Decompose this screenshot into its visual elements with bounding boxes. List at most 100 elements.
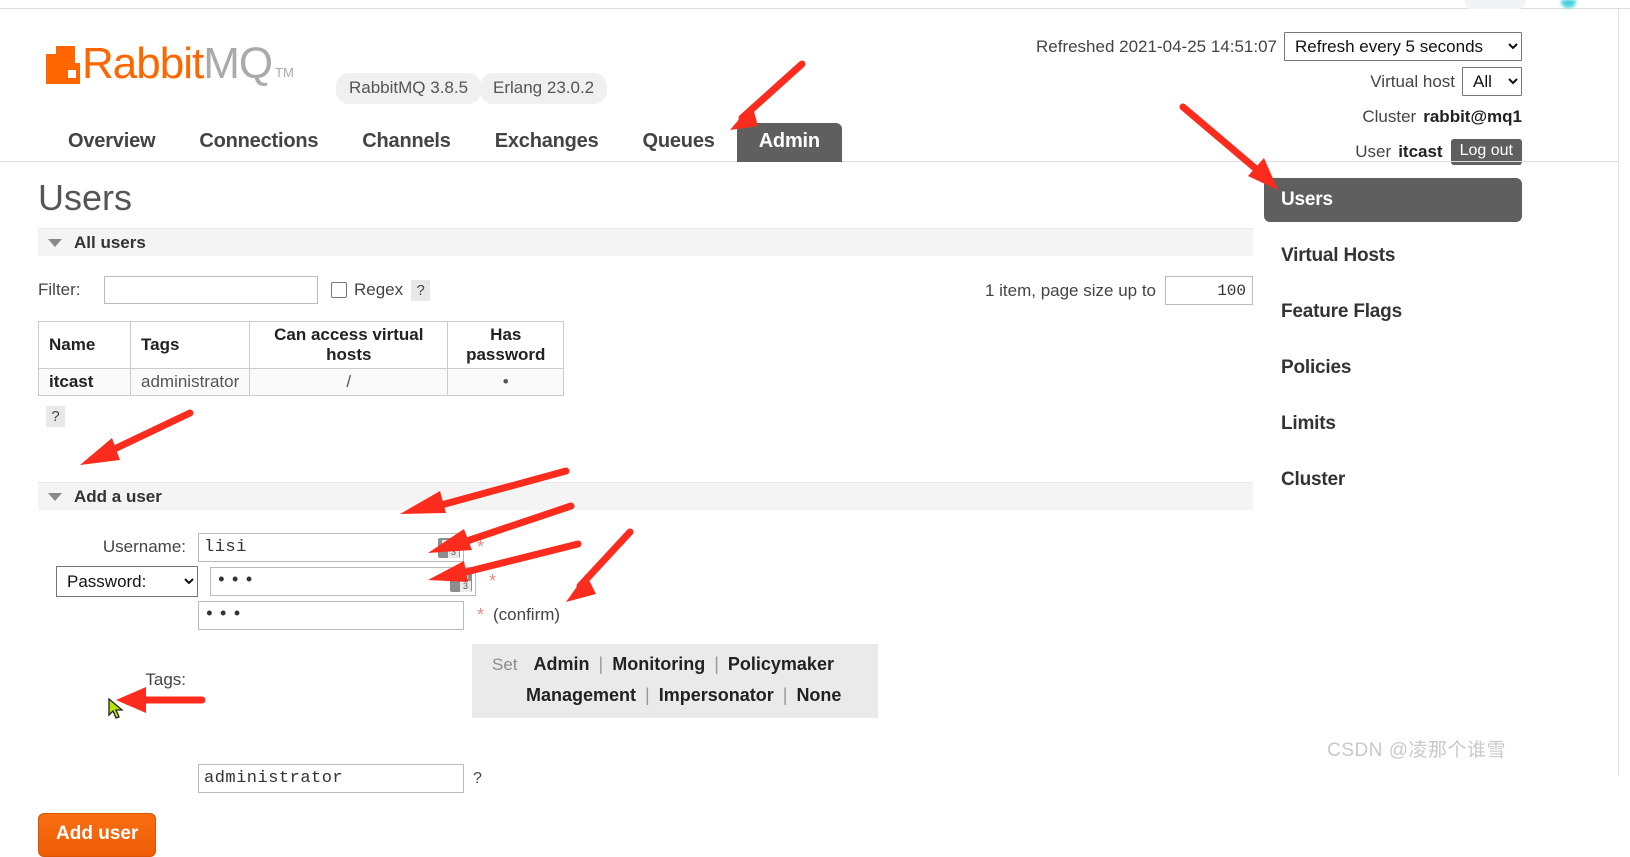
nav-tab-connections[interactable]: Connections [177,123,340,162]
save-password-icon[interactable]: 3 [438,537,460,558]
users-table: Name Tags Can access virtual hosts Has p… [38,321,565,396]
admin-sidebar: Users Virtual Hosts Feature Flags Polici… [1264,178,1522,514]
all-users-section-header[interactable]: All users [38,228,1253,256]
pagination-label: 1 item, page size up to [984,280,1156,300]
filter-input[interactable] [104,276,318,304]
users-table-head: Name Tags Can access virtual hosts Has p… [38,321,565,369]
main-navigation: Overview Connections Channels Exchanges … [0,123,1618,162]
pagination-info: 1 item, page size up to [985,276,1253,305]
nav-tab-admin[interactable]: Admin [736,123,842,162]
add-a-user-section: Add a user Username: 3 * [38,482,1253,857]
confirm-password-input[interactable] [198,600,464,630]
refreshed-timestamp: Refreshed 2021-04-25 14:51:07 [1035,36,1277,56]
username-label: Username: [102,537,186,556]
tag-preset-monitoring[interactable]: Monitoring [612,654,705,675]
logo-trademark: TM [275,65,294,80]
main-content: Users All users Filter: Regex ? 1 item, … [38,178,1253,857]
main-nav-list: Overview Connections Channels Exchanges … [0,123,1618,162]
tag-separator: | [714,654,719,674]
caret-down-icon[interactable] [48,238,62,247]
table-row[interactable]: itcast administrator / • [38,368,565,396]
browser-tab[interactable] [1465,0,1525,9]
tag-separator: | [782,685,788,705]
add-user-button[interactable]: Add user [38,813,157,857]
rabbitmq-logo[interactable]: RabbitMQ TM [46,42,294,86]
page-size-input[interactable] [1165,276,1253,305]
cell-user-name[interactable]: itcast [38,368,131,396]
column-header-name[interactable]: Name [38,321,131,369]
tag-preset-none[interactable]: None [796,685,841,706]
tag-preset-management[interactable]: Management [526,685,636,706]
sidebar-item-cluster[interactable]: Cluster [1264,458,1522,502]
browser-scrollbar-gutter[interactable] [1618,9,1630,776]
nav-tab-channels[interactable]: Channels [340,123,472,162]
regex-help-icon[interactable]: ? [411,279,431,301]
nav-tab-overview[interactable]: Overview [46,123,177,162]
rabbitmq-version-badge: RabbitMQ 3.8.5 [336,73,482,104]
password-required-marker: * [489,570,497,591]
virtual-host-select[interactable]: All [1462,67,1522,96]
users-table-help-icon[interactable]: ? [46,406,65,427]
sidebar-item-users[interactable]: Users [1264,178,1522,222]
tag-preset-policymaker[interactable]: Policymaker [728,654,834,675]
nav-tab-queues[interactable]: Queues [621,123,737,162]
tags-help-icon[interactable]: ? [473,770,482,788]
username-row: Username: 3 * [38,532,1253,562]
password-mode-select[interactable]: Password: [56,565,198,597]
save-password-icon[interactable]: 3 [450,571,472,592]
users-table-body: itcast administrator / • [38,368,565,396]
virtual-host-row: Virtual host All [1036,67,1522,96]
logo-rabbit-text: Rabbit [82,39,204,88]
virtual-host-label: Virtual host [1370,71,1455,91]
regex-checkbox[interactable] [331,282,347,298]
tag-preset-impersonator[interactable]: Impersonator [659,685,774,706]
nav-tab-exchanges[interactable]: Exchanges [473,123,621,162]
add-a-user-section-header[interactable]: Add a user [38,482,1253,510]
refresh-row: Refreshed 2021-04-25 14:51:07 Refresh ev… [1036,32,1522,61]
page-title: Users [38,177,133,218]
confirm-required-marker: * [477,604,485,625]
username-required-marker: * [477,536,485,557]
column-header-tags[interactable]: Tags [129,321,251,369]
column-header-vhosts[interactable]: Can access virtual hosts [249,321,449,369]
tags-row: Tags: Set Admin | Monitoring | Policymak… [38,644,1253,718]
table-header-row: Name Tags Can access virtual hosts Has p… [38,321,565,369]
sidebar-item-virtual-hosts[interactable]: Virtual Hosts [1264,234,1522,278]
caret-down-icon[interactable] [48,492,62,501]
tags-preset-line-2: Management | Impersonator | None [472,685,878,706]
username-input[interactable] [198,532,464,562]
sidebar-item-limits[interactable]: Limits [1264,402,1522,446]
password-row: Password: 3 * [38,564,1253,598]
rabbitmq-wordmark: RabbitMQ [82,42,273,86]
column-header-has-password[interactable]: Has password [447,321,565,369]
tag-separator: | [645,685,650,705]
tags-preset-line-1: Set Admin | Monitoring | Policymaker [472,654,878,675]
rabbitmq-management-page: RabbitMQ TM RabbitMQ 3.8.5 Erlang 23.0.2… [0,10,1618,857]
tags-input[interactable] [198,764,464,793]
cell-user-has-password: • [447,368,565,396]
tags-preset-panel: Set Admin | Monitoring | Policymaker Man… [472,644,878,718]
tags-input-row: ? [198,764,1253,793]
tag-preset-admin[interactable]: Admin [534,654,590,675]
tag-separator: | [598,654,604,674]
mouse-cursor-icon [108,698,124,719]
tags-set-label: Set [492,654,518,674]
filter-row: Filter: Regex ? 1 item, page size up to [38,271,1253,309]
filter-label: Filter: [38,280,81,299]
refresh-interval-select[interactable]: Refresh every 5 seconds [1284,32,1522,61]
browser-chrome-strip [0,0,1630,9]
regex-label: Regex [354,280,404,299]
password-input[interactable] [210,566,476,596]
add-a-user-section-label: Add a user [74,486,162,506]
sidebar-item-policies[interactable]: Policies [1264,346,1522,390]
page-header: RabbitMQ TM RabbitMQ 3.8.5 Erlang 23.0.2… [0,10,1618,165]
logo-mq-text: MQ [203,39,273,88]
add-user-form: Username: 3 * Password: [38,532,1253,857]
csdn-watermark: CSDN @凌那个谁雪 [1327,740,1506,761]
sidebar-item-feature-flags[interactable]: Feature Flags [1264,290,1522,334]
browser-indicator-icon [1560,0,1577,9]
tags-label: Tags: [145,670,186,689]
table-help-row: ? [38,406,1253,427]
all-users-section-label: All users [74,232,146,252]
erlang-version-badge: Erlang 23.0.2 [480,73,608,104]
